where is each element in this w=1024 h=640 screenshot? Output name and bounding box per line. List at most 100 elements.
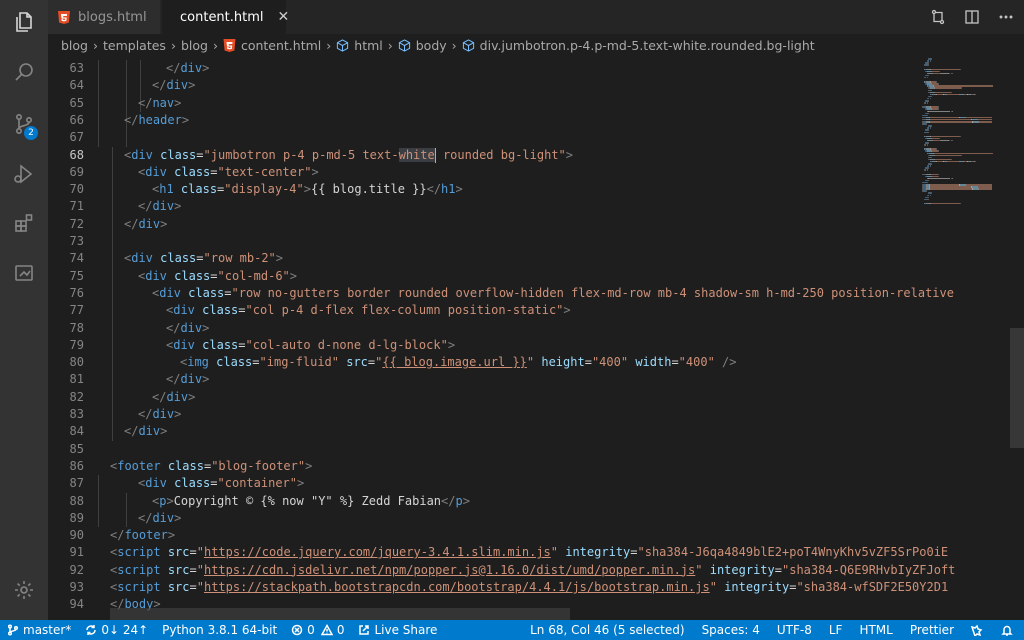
breadcrumb-separator: ›	[451, 37, 457, 53]
code-token: =	[189, 545, 197, 560]
live-share-button[interactable]: Live Share	[351, 620, 444, 640]
code-line[interactable]: 88 <p>Copyright © {% now "Y" %} Zedd Fabi…	[48, 493, 918, 510]
language-mode[interactable]: HTML	[849, 620, 899, 640]
code-line[interactable]: 75 <div class="col-md-6">	[48, 268, 918, 285]
code-line[interactable]: 63 </div>	[48, 60, 918, 77]
code-line[interactable]: 78 </div>	[48, 320, 918, 337]
code-line[interactable]: 68 <div class="jumbotron p-4 p-md-5 text-…	[48, 147, 918, 164]
code-line[interactable]: 71 </div>	[48, 198, 918, 215]
code-line[interactable]: 85	[48, 441, 918, 458]
search-icon[interactable]	[0, 52, 48, 92]
sync-status[interactable]: 0↓ 24↑	[78, 620, 155, 640]
open-changes-icon[interactable]	[930, 9, 946, 25]
code-line[interactable]: 80 <img class="img-fluid" src="{{ blog.im…	[48, 354, 918, 371]
minimap[interactable]	[918, 56, 1010, 612]
run-debug-icon[interactable]	[0, 154, 48, 194]
code-token: =	[238, 337, 246, 352]
code-token: "	[196, 562, 204, 577]
feedback-icon[interactable]	[961, 620, 994, 640]
code-line[interactable]: 65 </nav>	[48, 95, 918, 112]
vertical-scrollbar[interactable]	[1010, 56, 1024, 612]
split-editor-icon[interactable]	[964, 9, 980, 25]
code-token: >	[311, 164, 319, 179]
problems-status[interactable]: 0 0	[284, 620, 351, 640]
extensions-icon[interactable]	[0, 203, 48, 243]
code-line[interactable]: 81 </div>	[48, 371, 918, 388]
code-line[interactable]: 70 <h1 class="display-4">{{ blog.title }}…	[48, 181, 918, 198]
code-line[interactable]: 72 </div>	[48, 216, 918, 233]
scrollbar-thumb[interactable]	[1010, 328, 1024, 448]
minimap-mark	[926, 102, 928, 104]
breadcrumb-item-blog-folder[interactable]: blog	[181, 38, 208, 53]
minimap-mark	[946, 93, 959, 96]
breadcrumb-item-html[interactable]: html	[336, 38, 383, 53]
code-token: "blog-footer"	[211, 458, 306, 473]
code-token: src	[167, 545, 190, 560]
branch-status[interactable]: master*	[0, 620, 78, 640]
manage-gear-icon[interactable]	[0, 570, 48, 610]
code-line[interactable]: 93 <script src="https://stackpath.bootstr…	[48, 579, 949, 596]
code-line[interactable]: 76 <div class="row no-gutters border roun…	[48, 285, 954, 302]
code-line[interactable]: 74 <div class="row mb-2">	[48, 250, 918, 267]
code-token: class	[202, 303, 239, 318]
code-line[interactable]: 82 </div>	[48, 389, 918, 406]
code-token: div	[180, 61, 203, 75]
code-line[interactable]: 84 </div>	[48, 423, 918, 440]
explorer-icon[interactable]	[0, 2, 48, 42]
code-line[interactable]: 89 </div>	[48, 510, 918, 527]
code-line[interactable]: 83 </div>	[48, 406, 918, 423]
minimap-mark	[928, 179, 929, 182]
prettier-status[interactable]: Prettier	[900, 620, 961, 640]
line-number: 81	[69, 372, 84, 387]
more-actions-icon[interactable]	[998, 9, 1014, 25]
breadcrumb-item-body[interactable]: body	[398, 38, 447, 53]
tab-content-html[interactable]: content.html ✕	[162, 0, 290, 34]
tab-blogs-html[interactable]: blogs.html	[48, 0, 161, 34]
indentation[interactable]: Spaces: 4	[692, 620, 767, 640]
code-token: </	[124, 112, 139, 127]
breadcrumb-item-file[interactable]: content.html	[223, 38, 321, 53]
breadcrumb-item-blog[interactable]: blog	[61, 38, 88, 53]
end-of-line[interactable]: LF	[819, 620, 850, 640]
code-line[interactable]: 69 <div class="text-center">	[48, 164, 918, 181]
encoding[interactable]: UTF-8	[767, 620, 819, 640]
breadcrumb-item-templates[interactable]: templates	[103, 38, 166, 53]
code-line[interactable]: 86 <footer class="blog-footer">	[48, 458, 918, 475]
code-token: "col-auto d-none d-lg-block"	[245, 337, 448, 352]
close-icon[interactable]: ✕	[278, 9, 290, 25]
notifications-icon[interactable]	[994, 620, 1024, 640]
code-token: "	[709, 580, 717, 594]
minimap-mark	[929, 60, 931, 62]
code-line[interactable]: 66 </header>	[48, 112, 918, 129]
code-line[interactable]: 73	[48, 233, 918, 250]
code-token: integrity	[709, 562, 775, 577]
line-number: 87	[69, 476, 84, 491]
python-interpreter[interactable]: Python 3.8.1 64-bit	[155, 620, 284, 640]
source-control-icon[interactable]: 2	[0, 104, 48, 144]
line-number: 78	[69, 320, 84, 335]
code-line[interactable]: 92 <script src="https://cdn.jsdelivr.net/…	[48, 562, 956, 579]
code-line[interactable]: 79 <div class="col-auto d-none d-lg-block…	[48, 337, 918, 354]
code-line[interactable]: 87 <div class="container">	[48, 475, 918, 492]
code-line[interactable]: 91 <script src="https://code.jquery.com/j…	[48, 544, 949, 561]
code-token: =	[189, 562, 197, 577]
minimap-mark	[928, 110, 951, 112]
minimap-mark	[936, 93, 943, 96]
code-editor[interactable]: 63 </div> 64 </div> 65 </nav> 66 </header> 67 68 <…	[48, 56, 1024, 612]
cursor-position[interactable]: Ln 68, Col 46 (5 selected)	[523, 620, 691, 640]
breadcrumb-item-div[interactable]: div.jumbotron.p-4.p-md-5.text-white.roun…	[462, 38, 815, 53]
code-line[interactable]: 64 </div>	[48, 77, 918, 94]
code-line[interactable]: 67	[48, 129, 918, 146]
code-token: class	[174, 268, 211, 283]
code-line[interactable]: 90 </footer>	[48, 527, 918, 544]
breadcrumb-separator: ›	[212, 37, 218, 53]
code-line[interactable]: 77 <div class="col p-4 d-flex flex-column…	[48, 302, 918, 319]
horizontal-scrollbar[interactable]	[110, 608, 570, 620]
activity-bar: 2	[0, 0, 48, 620]
remote-explorer-icon[interactable]	[0, 253, 48, 293]
code-token: =	[224, 285, 232, 300]
code-token: src	[346, 355, 368, 370]
